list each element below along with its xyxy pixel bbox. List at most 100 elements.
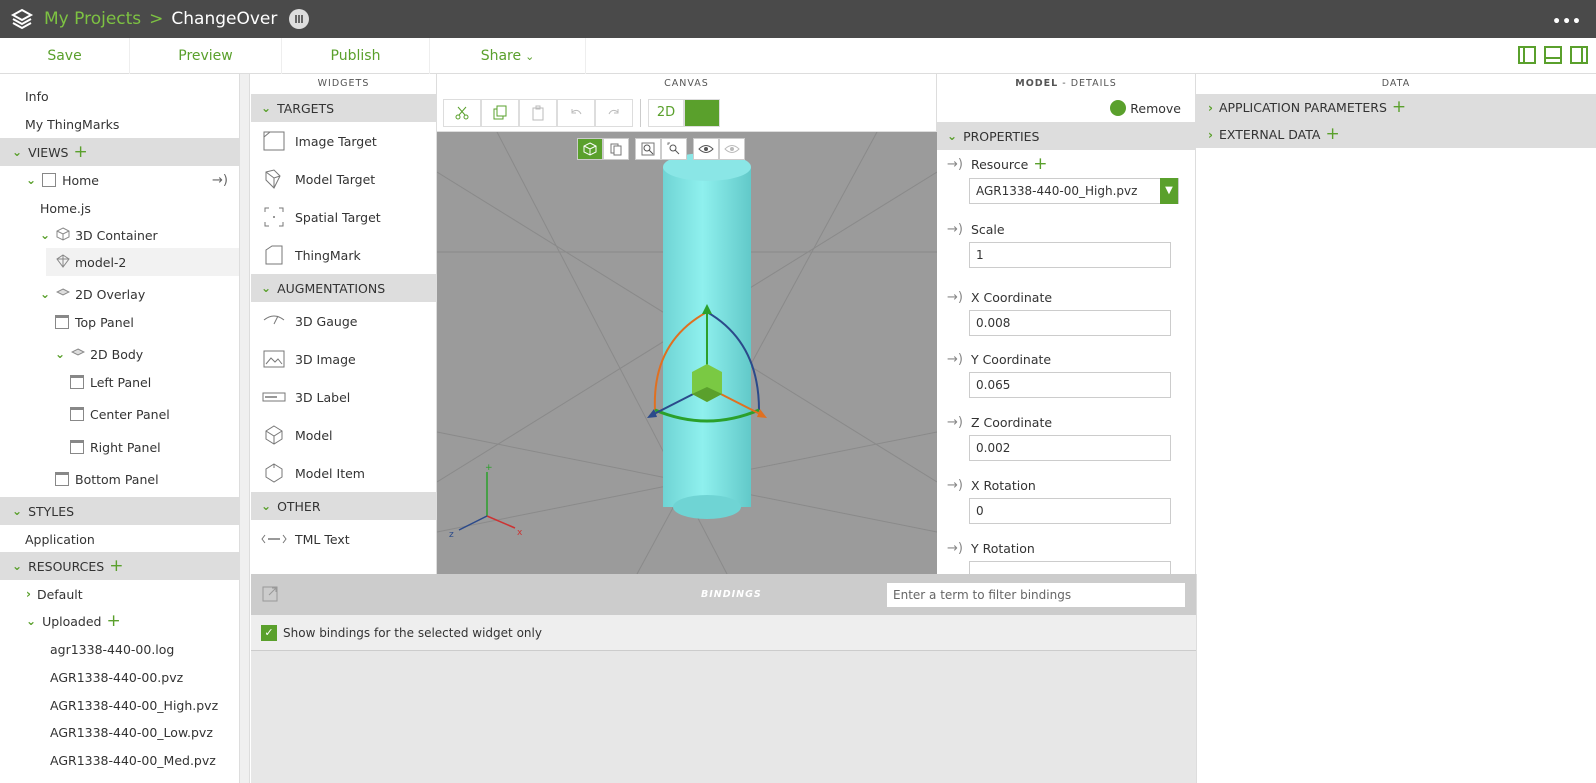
targets-section-header[interactable]: ⌄ TARGETS bbox=[251, 94, 436, 122]
cut-button[interactable] bbox=[443, 98, 481, 127]
breadcrumb-my-projects[interactable]: My Projects bbox=[44, 9, 141, 29]
tree-item-info[interactable]: Info bbox=[0, 82, 239, 110]
view-3d-cube-button[interactable] bbox=[577, 138, 603, 160]
tree-item-bottom-panel[interactable]: Bottom Panel bbox=[0, 465, 239, 493]
z-coordinate-property: →) Z Coordinate bbox=[947, 415, 1052, 430]
widget-model-target[interactable]: Model Target bbox=[251, 160, 436, 198]
x-coordinate-input[interactable]: 0.008 bbox=[969, 310, 1171, 336]
save-button[interactable]: Save bbox=[0, 38, 130, 74]
augmentations-section-header[interactable]: ⌄ AUGMENTATIONS bbox=[251, 274, 436, 302]
resource-file[interactable]: agr1338-440-00.log bbox=[0, 635, 239, 663]
add-resource-icon[interactable]: + bbox=[1033, 156, 1047, 173]
zoom-selected-button[interactable] bbox=[661, 138, 687, 160]
widget-spatial-target[interactable]: Spatial Target bbox=[251, 198, 436, 236]
widget-3d-gauge[interactable]: 3D Gauge bbox=[251, 302, 436, 340]
mode-2d-button[interactable]: 2D bbox=[648, 98, 684, 127]
bind-arrow-icon[interactable]: →) bbox=[947, 157, 963, 172]
bind-arrow-icon[interactable]: →) bbox=[947, 415, 963, 430]
zoom-fit-button[interactable] bbox=[635, 138, 661, 160]
tree-item-uploaded[interactable]: ⌄ Uploaded + bbox=[0, 607, 239, 635]
show-button[interactable] bbox=[693, 138, 719, 160]
resources-section-header[interactable]: ⌄ RESOURCES + bbox=[0, 552, 239, 580]
undo-button[interactable] bbox=[557, 98, 595, 127]
2d-body-label: 2D Body bbox=[90, 346, 144, 362]
app-params-section-header[interactable]: › APPLICATION PARAMETERS + bbox=[1196, 94, 1596, 121]
z-coordinate-input[interactable]: 0.002 bbox=[969, 435, 1171, 461]
resource-file[interactable]: AGR1338-440-00.pvz bbox=[0, 663, 239, 691]
resource-file[interactable]: AGR1338-440-00_Low.pvz bbox=[0, 718, 239, 746]
mode-3d-button[interactable]: 3D bbox=[684, 98, 720, 127]
selected-widget-only-option[interactable]: ✓ Show bindings for the selected widget … bbox=[251, 615, 1196, 651]
add-external-data-icon[interactable]: + bbox=[1325, 126, 1339, 143]
project-info-icon[interactable] bbox=[289, 9, 310, 29]
x-rotation-input[interactable]: 0 bbox=[969, 498, 1171, 524]
tree-item-left-panel[interactable]: Left Panel bbox=[0, 368, 239, 396]
widget-tml-text[interactable]: TML Text bbox=[251, 520, 436, 558]
tree-item-top-panel[interactable]: Top Panel bbox=[0, 308, 239, 336]
tree-item-right-panel[interactable]: Right Panel bbox=[0, 433, 239, 461]
hide-button[interactable] bbox=[719, 138, 745, 160]
tree-item-default[interactable]: › Default bbox=[0, 580, 239, 608]
redo-button[interactable] bbox=[595, 98, 633, 127]
tree-item-2d-body[interactable]: ⌄ 2D Body bbox=[0, 340, 239, 368]
add-parameter-icon[interactable]: + bbox=[1392, 99, 1406, 116]
tree-item-model-2[interactable]: model-2 bbox=[46, 248, 239, 276]
project-tree: Info My ThingMarks ⌄ VIEWS + ⌄ Home →) H… bbox=[0, 74, 240, 783]
widget-model[interactable]: Model bbox=[251, 416, 436, 454]
widget-3d-image[interactable]: 3D Image bbox=[251, 340, 436, 378]
copy-button[interactable] bbox=[481, 98, 519, 127]
chevron-down-icon[interactable]: ▼ bbox=[1160, 178, 1178, 204]
y-rotation-input[interactable] bbox=[969, 561, 1171, 574]
share-button[interactable]: Share ⌄ bbox=[430, 38, 586, 74]
other-section-header[interactable]: ⌄ OTHER bbox=[251, 492, 436, 520]
publish-button[interactable]: Publish bbox=[282, 38, 430, 74]
external-data-section-header[interactable]: › EXTERNAL DATA + bbox=[1196, 121, 1596, 148]
views-section-header[interactable]: ⌄ VIEWS + bbox=[0, 138, 239, 166]
more-menu-icon[interactable]: ••• bbox=[1552, 14, 1582, 30]
bottom-panel-toggle-icon[interactable] bbox=[1544, 46, 1562, 64]
tree-item-thingmarks[interactable]: My ThingMarks bbox=[0, 110, 239, 138]
expand-icon[interactable] bbox=[261, 585, 279, 606]
add-upload-icon[interactable]: + bbox=[107, 612, 121, 630]
scale-input[interactable]: 1 bbox=[969, 242, 1171, 268]
styles-section-header[interactable]: ⌄ STYLES bbox=[0, 497, 239, 525]
bind-arrow-icon[interactable]: →) bbox=[947, 222, 963, 237]
tree-item-application[interactable]: Application bbox=[0, 525, 239, 553]
preview-button[interactable]: Preview bbox=[130, 38, 282, 74]
scale-property: →) Scale bbox=[947, 222, 1005, 237]
bind-arrow-icon[interactable]: →) bbox=[947, 478, 963, 493]
resource-file[interactable]: AGR1338-440-00_High.pvz bbox=[0, 691, 239, 719]
widget-3d-label[interactable]: 3D Label bbox=[251, 378, 436, 416]
bind-arrow-icon[interactable]: →) bbox=[947, 352, 963, 367]
left-panel-toggle-icon[interactable] bbox=[1518, 46, 1536, 64]
3d-viewport[interactable]: + x z bbox=[437, 132, 937, 574]
resource-file[interactable]: AGR1338-440-00_Med.pvz bbox=[0, 746, 239, 774]
properties-section-header[interactable]: ⌄ PROPERTIES bbox=[937, 122, 1195, 150]
add-view-icon[interactable]: + bbox=[74, 143, 88, 161]
details-title: MODEL - DETAILS bbox=[937, 74, 1195, 94]
3d-label-label: 3D Label bbox=[295, 389, 351, 405]
tree-item-3d-container[interactable]: ⌄ 3D Container bbox=[0, 221, 239, 249]
right-panel-toggle-icon[interactable] bbox=[1570, 46, 1588, 64]
paste-button[interactable] bbox=[519, 98, 557, 127]
view-2d-button[interactable] bbox=[603, 138, 629, 160]
add-resource-icon[interactable]: + bbox=[109, 557, 123, 575]
tree-item-home[interactable]: ⌄ Home →) bbox=[0, 166, 239, 194]
tree-item-center-panel[interactable]: Center Panel bbox=[0, 400, 239, 428]
checkbox-checked-icon[interactable]: ✓ bbox=[261, 624, 277, 641]
tree-item-2d-overlay[interactable]: ⌄ 2D Overlay bbox=[0, 280, 239, 308]
remove-button[interactable]: Remove bbox=[937, 94, 1195, 122]
vuforia-logo-icon[interactable] bbox=[8, 5, 36, 33]
y-coordinate-input[interactable]: 0.065 bbox=[969, 372, 1171, 398]
left-scrollbar[interactable] bbox=[240, 74, 250, 783]
bindings-filter-input[interactable]: Enter a term to filter bindings bbox=[886, 582, 1186, 608]
widget-model-item[interactable]: Model Item bbox=[251, 454, 436, 492]
widget-thingmark[interactable]: ThingMark bbox=[251, 236, 436, 274]
resource-select[interactable]: AGR1338-440-00_High.pvz ▼ bbox=[969, 178, 1179, 204]
3d-image-label: 3D Image bbox=[295, 351, 356, 367]
bind-arrow-icon[interactable]: →) bbox=[947, 541, 963, 556]
widget-image-target[interactable]: Image Target bbox=[251, 122, 436, 160]
tree-item-home-js[interactable]: Home.js bbox=[0, 194, 239, 222]
navigate-icon[interactable]: →) bbox=[212, 173, 228, 188]
bind-arrow-icon[interactable]: →) bbox=[947, 290, 963, 305]
